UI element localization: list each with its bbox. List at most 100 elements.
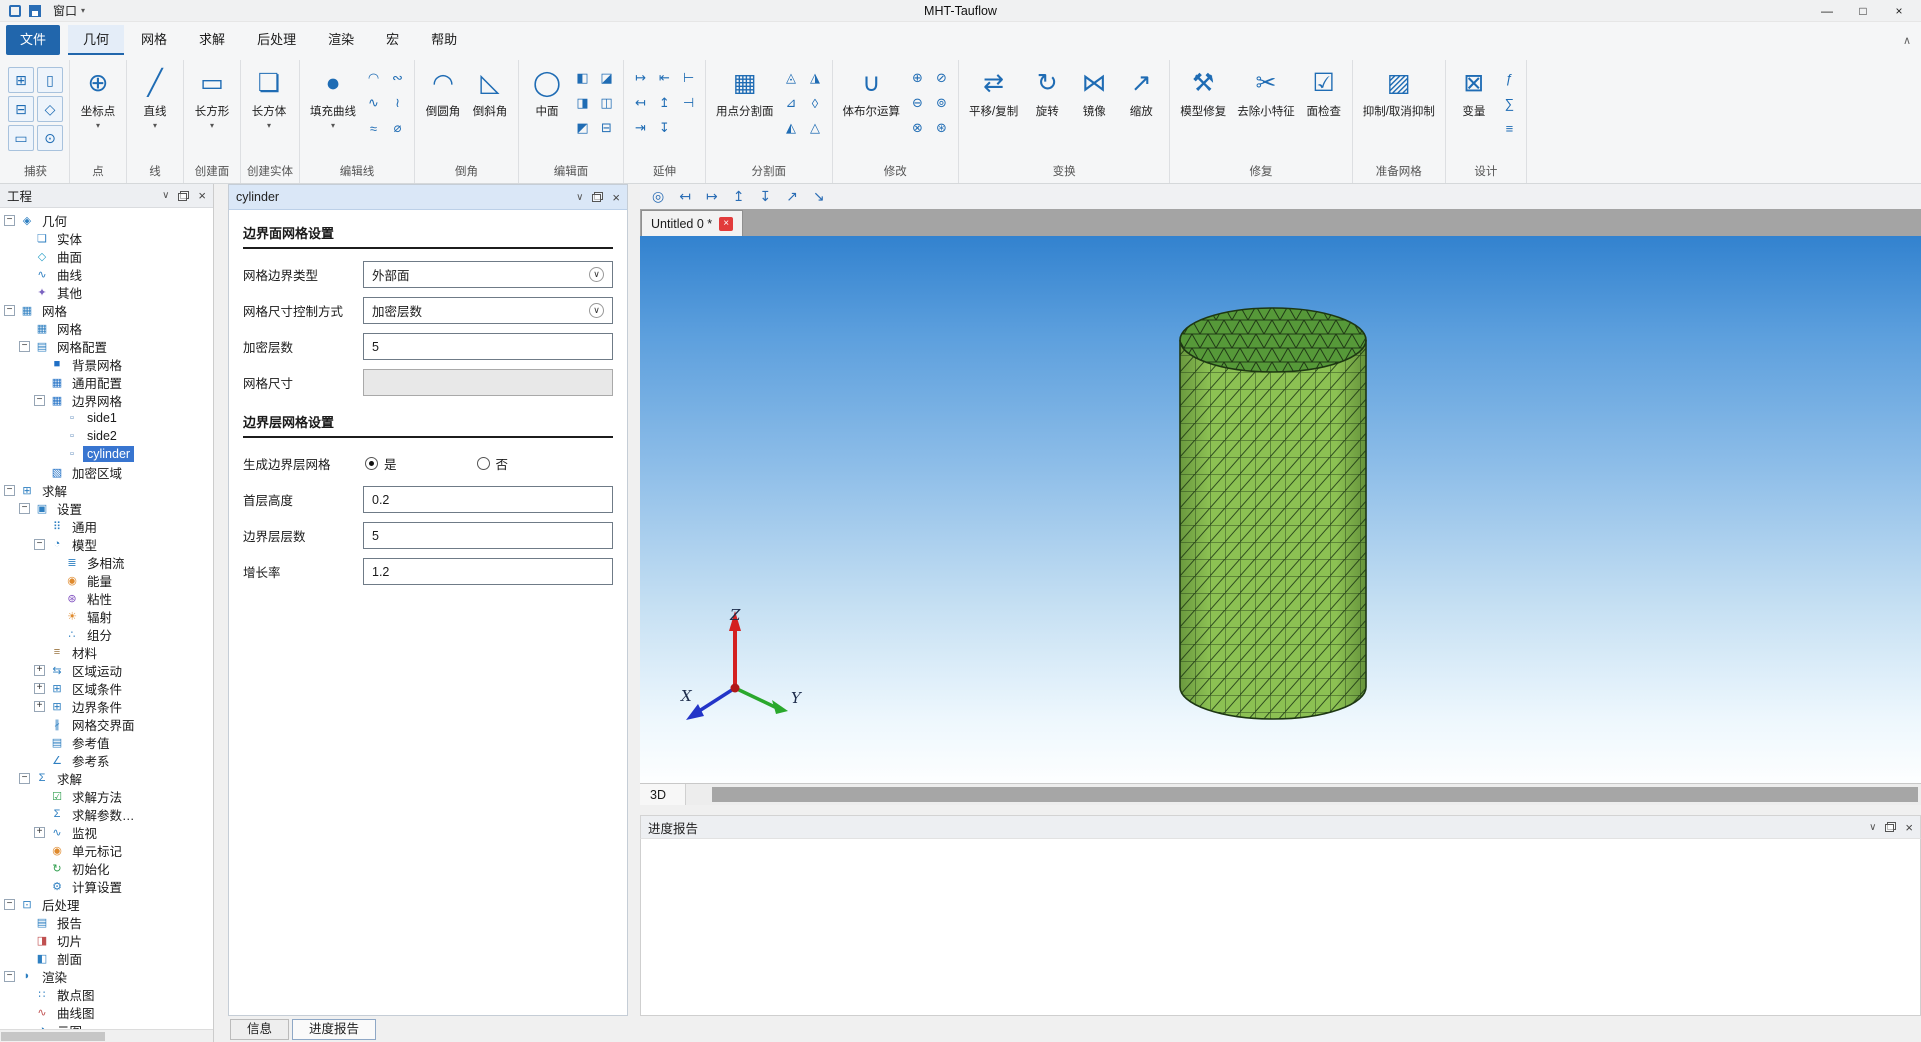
mid-surface-button[interactable]: ◯中面 [525, 62, 569, 119]
cuboid-button[interactable]: ❏长方体▾ [247, 62, 291, 130]
tree-horizontal-scrollbar[interactable] [0, 1029, 213, 1042]
float-icon[interactable] [178, 191, 189, 201]
edit-line-tool-6-button[interactable]: ⌀ [387, 117, 408, 139]
tree-item-mesh[interactable]: ▦网格 [0, 319, 213, 337]
panel-splitter[interactable] [640, 805, 1921, 815]
tree-item-solution-params[interactable]: Σ求解参数… [0, 805, 213, 823]
tree-item-other[interactable]: ✦其他 [0, 283, 213, 301]
tree-item-reference-frame[interactable]: ∠参考系 [0, 751, 213, 769]
tree-item-multiphase[interactable]: ≣多相流 [0, 553, 213, 571]
view-bottom-button[interactable]: ↧ [759, 188, 771, 205]
tree-item-cell-mark[interactable]: ◉单元标记 [0, 841, 213, 859]
collapse-toggle-icon[interactable]: − [19, 341, 30, 352]
view-top-button[interactable]: ↥ [733, 188, 745, 205]
collapse-toggle-icon[interactable]: − [4, 215, 15, 226]
tree-item-post-root[interactable]: −⊡后处理 [0, 895, 213, 913]
collapse-toggle-icon[interactable]: − [34, 395, 45, 406]
split-face-tool-1-button[interactable]: ◬ [781, 67, 802, 89]
expand-toggle-icon[interactable]: + [34, 665, 45, 676]
bottom-tab-info[interactable]: 信息 [230, 1019, 289, 1040]
capture-tool-3-button[interactable]: ▭ [8, 125, 34, 151]
extend-tool-5-button[interactable]: ↥ [654, 92, 675, 114]
menu-tab-file[interactable]: 文件 [6, 25, 60, 55]
translate-copy-button[interactable]: ⇄平移/复制 [965, 62, 1022, 119]
tree-item-settings[interactable]: −▣设置 [0, 499, 213, 517]
save-icon[interactable] [29, 5, 41, 17]
design-tool-3-button[interactable]: ≡ [1499, 117, 1520, 139]
menu-tab-mesh[interactable]: 网格 [126, 25, 182, 55]
tree-item-general-config[interactable]: ▦通用配置 [0, 373, 213, 391]
view-right-button[interactable]: ↦ [706, 188, 718, 205]
tree-item-mesh-root[interactable]: −▦网格 [0, 301, 213, 319]
fill-curve-button[interactable]: ●填充曲线▾ [306, 62, 360, 130]
tree-item-radiation[interactable]: ☀辐射 [0, 607, 213, 625]
mesh-cylinder[interactable] [640, 236, 1921, 783]
extend-tool-2-button[interactable]: ↤ [630, 92, 651, 114]
close-icon[interactable]: × [198, 188, 206, 203]
split-face-tool-2-button[interactable]: ⊿ [781, 92, 802, 114]
edit-face-tool-1-button[interactable]: ◧ [572, 67, 593, 89]
bottom-tab-progress[interactable]: 进度报告 [292, 1019, 376, 1040]
tree-item-solve[interactable]: −Σ求解 [0, 769, 213, 787]
viewport-3d[interactable]: Z X Y [640, 236, 1921, 783]
modify-tool-4-button[interactable]: ⊘ [931, 67, 952, 89]
capture-tool-5-button[interactable]: ◇ [37, 96, 63, 122]
extend-tool-6-button[interactable]: ↧ [654, 117, 675, 139]
collapse-toggle-icon[interactable]: − [4, 971, 15, 982]
tree-item-report[interactable]: ▤报告 [0, 913, 213, 931]
close-icon[interactable]: × [612, 190, 620, 205]
coordinate-point-button[interactable]: ⊕坐标点▾ [76, 62, 120, 130]
menu-tab-geometry[interactable]: 几何 [68, 25, 124, 55]
menu-tab-render[interactable]: 渲染 [313, 25, 369, 55]
edit-line-tool-4-button[interactable]: ∾ [387, 67, 408, 89]
tree-item-model[interactable]: −◔模型 [0, 535, 213, 553]
edit-line-tool-3-button[interactable]: ≈ [363, 117, 384, 139]
edit-face-tool-2-button[interactable]: ◨ [572, 92, 593, 114]
collapse-toggle-icon[interactable]: − [34, 539, 45, 550]
fit-view-button[interactable]: ◎ [652, 188, 664, 205]
tree-item-cylinder[interactable]: ▫cylinder [0, 445, 213, 463]
modify-tool-6-button[interactable]: ⊛ [931, 117, 952, 139]
view-iso-ne-button[interactable]: ↗ [786, 188, 798, 205]
close-button[interactable]: × [1881, 0, 1917, 21]
view-iso-sw-button[interactable]: ↘ [813, 188, 825, 205]
menu-tab-post-process[interactable]: 后处理 [242, 25, 311, 55]
menu-tab-solve[interactable]: 求解 [184, 25, 240, 55]
tree-item-initialization[interactable]: ↻初始化 [0, 859, 213, 877]
extend-tool-1-button[interactable]: ↦ [630, 67, 651, 89]
edit-line-tool-5-button[interactable]: ≀ [387, 92, 408, 114]
close-icon[interactable]: × [1905, 820, 1913, 835]
capture-tool-6-button[interactable]: ⊙ [37, 125, 63, 151]
straight-line-button[interactable]: ╱直线▾ [133, 62, 177, 130]
edit-face-tool-4-button[interactable]: ◪ [596, 67, 617, 89]
collapse-toggle-icon[interactable]: − [19, 503, 30, 514]
tree-item-background-mesh[interactable]: ■背景网格 [0, 355, 213, 373]
tree-item-contour-plot[interactable]: ◔云图 [0, 1021, 213, 1029]
tree-item-calc-settings[interactable]: ⚙计算设置 [0, 877, 213, 895]
tree-item-scatter-plot[interactable]: ∷散点图 [0, 985, 213, 1003]
view-left-button[interactable]: ↤ [679, 188, 691, 205]
tree-item-general[interactable]: ⠿通用 [0, 517, 213, 535]
growth-rate-input[interactable]: 1.2 [363, 558, 613, 585]
rotate-button[interactable]: ↻旋转 [1025, 62, 1069, 119]
tree-item-solid[interactable]: ❏实体 [0, 229, 213, 247]
tree-item-refine-region[interactable]: ▧加密区域 [0, 463, 213, 481]
remove-small-features-button[interactable]: ✂去除小特征 [1233, 62, 1299, 119]
tree-item-mesh-interface[interactable]: ∦网格交界面 [0, 715, 213, 733]
ribbon-collapse-button[interactable]: ∧ [1903, 22, 1911, 58]
design-tool-2-button[interactable]: ∑ [1499, 92, 1520, 114]
minimize-button[interactable]: — [1809, 0, 1845, 21]
chevron-down-icon[interactable]: ∨ [1869, 822, 1876, 833]
tree-item-slice[interactable]: ◨切片 [0, 931, 213, 949]
mirror-button[interactable]: ⋈镜像 [1072, 62, 1116, 119]
expand-toggle-icon[interactable]: + [34, 683, 45, 694]
pin-icon[interactable] [1885, 822, 1896, 832]
tree-item-reference-values[interactable]: ▤参考值 [0, 733, 213, 751]
capture-tool-1-button[interactable]: ⊞ [8, 67, 34, 93]
modify-tool-2-button[interactable]: ⊖ [907, 92, 928, 114]
model-repair-button[interactable]: ⚒模型修复 [1176, 62, 1230, 119]
extend-tool-4-button[interactable]: ⇤ [654, 67, 675, 89]
maximize-button[interactable]: □ [1845, 0, 1881, 21]
boundary-layer-count-input[interactable]: 5 [363, 522, 613, 549]
fillet-button[interactable]: ◠倒圆角 [421, 62, 465, 119]
